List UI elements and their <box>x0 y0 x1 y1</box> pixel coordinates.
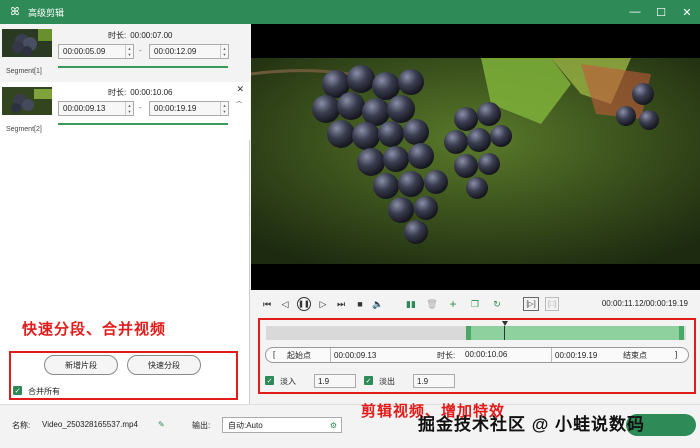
watermark-text: 掘金技术社区 @ 小蛙说数码 <box>418 415 646 434</box>
segment-thumbnail-1 <box>2 29 52 57</box>
annotation-left: 快速分段、合并视频 <box>22 321 167 338</box>
split-icon[interactable]: ▮▮ <box>404 297 418 311</box>
chevron-up-icon[interactable]: ︿ <box>236 96 242 105</box>
app-logo-icon: ꕤ <box>10 5 20 18</box>
time-readout: 00:00:11.12/00:00:19.19 <box>601 299 688 308</box>
video-preview[interactable] <box>251 24 700 290</box>
segment-start-time[interactable]: 00:00:05.09 ▲ ▼ <box>58 44 134 59</box>
set-end-button[interactable]: 结束点 <box>623 350 647 361</box>
set-start-button[interactable]: 起始点 <box>287 350 311 361</box>
edit-name-icon[interactable]: ✎ <box>158 420 165 429</box>
segment-end-time[interactable]: 00:00:19.19 ▲ ▼ <box>149 101 229 116</box>
range-separator: - <box>139 46 142 55</box>
trim-start-input[interactable]: 00:00:09.13 <box>330 348 398 362</box>
bracket-close: ] <box>675 350 678 359</box>
step-forward-icon[interactable]: ▷ <box>317 297 329 311</box>
segment-duration: 时长: 00:00:10.06 <box>108 88 173 97</box>
fade-in-input[interactable]: 1.9 <box>314 374 356 388</box>
file-name-value: Video_250328165537.mp4 <box>42 420 138 429</box>
time-spinner-icon[interactable]: ▲ ▼ <box>220 45 228 58</box>
segment-progress-bar <box>58 123 228 125</box>
time-spinner-icon[interactable]: ▲ ▼ <box>125 102 133 115</box>
minimize-button[interactable]: — <box>622 0 648 24</box>
segment-label: Segment[2] <box>6 126 42 133</box>
stop-icon[interactable]: ■ <box>354 297 366 311</box>
segment-list-panel: Segment[1] 时长: 00:00:07.00 00:00:05.09 ▲ ▼… <box>0 24 250 404</box>
segment-end-time[interactable]: 00:00:12.09 ▲ ▼ <box>149 44 229 59</box>
pause-icon[interactable]: ❚❚ <box>297 297 311 311</box>
delete-icon[interactable]: 🗑 <box>426 297 438 311</box>
timeline-selection[interactable] <box>466 326 684 340</box>
output-select[interactable]: 自动:Auto ⚙ <box>222 417 342 433</box>
advanced-editor-window: ꕤ 高级剪辑 — ☐ ✕ Segment[1] 时长: 00:00:07.00 … <box>0 0 700 448</box>
segment-label: Segment[1] <box>6 68 42 75</box>
fade-out-label: 淡出 <box>379 377 395 386</box>
segment-item-1[interactable]: Segment[1] 时长: 00:00:07.00 00:00:05.09 ▲ ▼… <box>0 24 250 82</box>
trim-duration-value: 00:00:10.06 <box>465 350 508 359</box>
maximize-button[interactable]: ☐ <box>648 0 674 24</box>
reset-icon[interactable]: ↻ <box>491 297 503 311</box>
range-separator: - <box>139 103 142 112</box>
fade-out-checkbox[interactable]: ✓ <box>364 376 373 385</box>
player-controls: ⏮ ◁ ❚❚ ▷ ⏭ ■ 🔈 ▮▮ 🗑 + ❐ ↻ [▷] [□] 00:00:… <box>251 290 700 318</box>
time-spinner-icon[interactable]: ▲ ▼ <box>125 45 133 58</box>
fade-out-input[interactable]: 1.9 <box>413 374 455 388</box>
step-back-icon[interactable]: ◁ <box>279 297 291 311</box>
bracket-open: [ <box>273 350 276 359</box>
volume-icon[interactable]: 🔈 <box>372 297 384 311</box>
fade-in-checkbox[interactable]: ✓ <box>265 376 274 385</box>
window-title: 高级剪辑 <box>28 7 65 18</box>
fade-in-label: 淡入 <box>280 377 296 386</box>
skip-to-start-icon[interactable]: ⏮ <box>261 297 273 311</box>
copy-icon[interactable]: ❐ <box>469 297 481 311</box>
add-icon[interactable]: + <box>447 297 459 311</box>
window-controls: — ☐ ✕ <box>622 0 700 24</box>
output-label: 输出: <box>192 421 211 430</box>
mark-in-icon[interactable]: [▷] <box>523 297 539 311</box>
gear-icon[interactable]: ⚙ <box>330 421 337 430</box>
close-button[interactable]: ✕ <box>674 0 700 24</box>
trim-duration-label: 时长: <box>437 351 456 360</box>
time-spinner-icon[interactable]: ▲ ▼ <box>220 102 228 115</box>
quick-split-button[interactable]: 快速分段 <box>127 355 201 375</box>
skip-to-end-icon[interactable]: ⏭ <box>335 297 347 311</box>
playhead-icon[interactable] <box>502 321 508 326</box>
add-segment-button[interactable]: 新增片段 <box>44 355 118 375</box>
file-name-label: 名称: <box>12 421 31 430</box>
segment-item-2[interactable]: Segment[2] 时长: 00:00:10.06 ✕ ︿ 00:00:09.1… <box>0 82 250 140</box>
merge-all-label: 合并所有 <box>28 387 60 396</box>
remove-segment-icon[interactable]: ✕ <box>236 84 244 95</box>
segment-thumbnail-2 <box>2 87 52 115</box>
segment-start-time[interactable]: 00:00:09.13 ▲ ▼ <box>58 101 134 116</box>
playhead-line[interactable] <box>504 326 505 340</box>
title-bar: ꕤ 高级剪辑 — ☐ ✕ <box>0 0 700 24</box>
mark-out-icon[interactable]: [□] <box>545 297 559 311</box>
segment-progress-bar <box>58 66 228 68</box>
merge-all-checkbox[interactable]: ✓ <box>13 386 22 395</box>
segment-duration: 时长: 00:00:07.00 <box>108 31 173 40</box>
trim-end-input[interactable]: 00:00:19.19 <box>551 348 607 362</box>
